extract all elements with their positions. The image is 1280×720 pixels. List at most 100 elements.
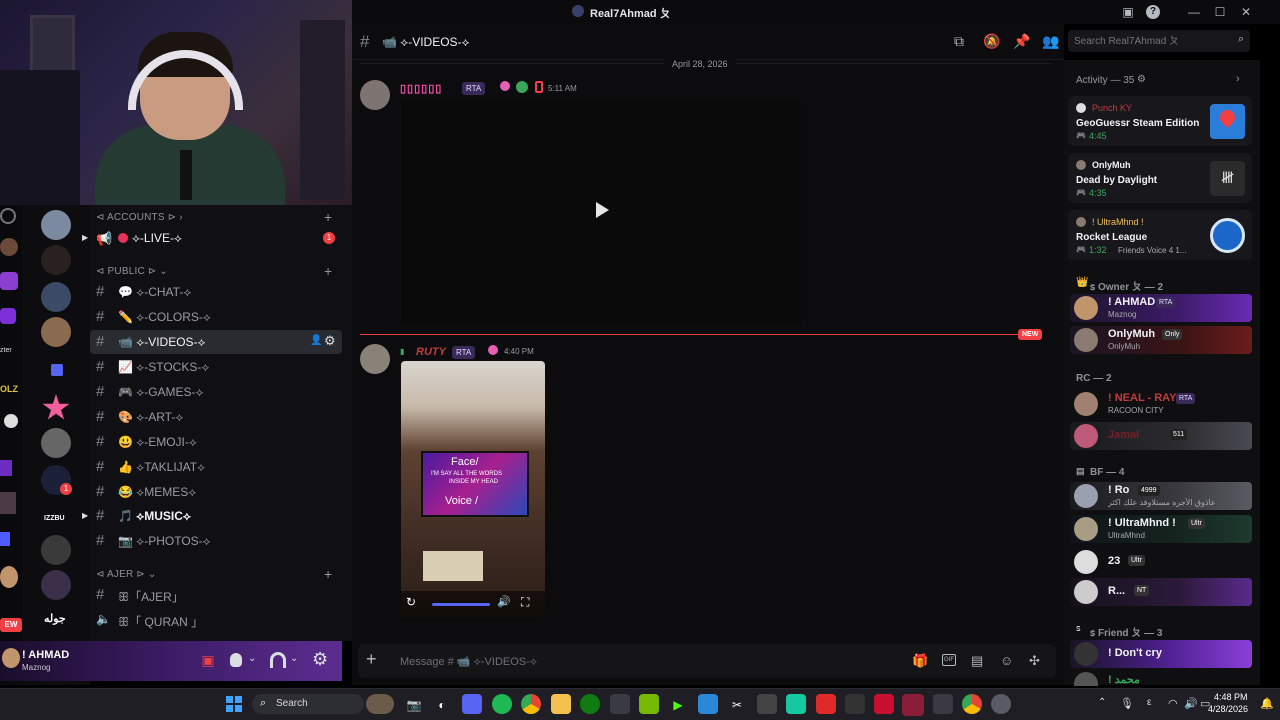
settings-icon[interactable] (991, 694, 1011, 714)
category-public[interactable]: ⊲ PUBLIC ⊳ ⌄ (96, 266, 168, 277)
play-icon[interactable] (596, 202, 609, 218)
microphone-icon[interactable]: 🎙 (1120, 697, 1134, 710)
member-row[interactable]: ! Don't cry (1070, 640, 1252, 668)
member-row[interactable]: 23 Ultr (1070, 548, 1252, 576)
add-channel-icon[interactable]: + (324, 209, 332, 225)
channel-art[interactable]: # 🎨 ⟡-ART-⟡ (90, 405, 342, 429)
channel-quran[interactable]: 🔈 ꕥ「 QURAN 」 (90, 608, 342, 632)
sticker-icon[interactable]: ▤ (971, 653, 983, 669)
server-icon[interactable] (41, 535, 71, 565)
fullscreen-icon[interactable]: ⛶ (521, 595, 529, 610)
member-row[interactable]: ! NEAL - RAY RTA RACOON CITY (1070, 390, 1252, 418)
strip-avatar[interactable] (0, 272, 18, 290)
kick-icon[interactable]: ▶ (668, 695, 688, 715)
app-icon[interactable] (902, 694, 924, 716)
app-icon[interactable] (757, 694, 777, 714)
channel-games[interactable]: # 🎮 ⟡-GAMES-⟡ (90, 380, 342, 404)
user-name[interactable]: ! AHMAD (22, 649, 69, 661)
channel-chat[interactable]: # 💬 ⟡-CHAT-⟡ (90, 280, 342, 304)
video-attachment[interactable]: Face/ I'M SAY ALL THE WORDS INSIDE MY HE… (401, 361, 545, 617)
app-icon[interactable] (786, 694, 806, 714)
threads-icon[interactable]: ⧉ (954, 33, 964, 50)
folder-icon[interactable] (51, 364, 63, 376)
channel-ajer[interactable]: # ꕥ「AJER」 (90, 583, 342, 607)
chrome-icon[interactable] (521, 694, 541, 714)
search-box[interactable]: ⌕ (1068, 30, 1250, 52)
author-name[interactable]: RUTY (416, 346, 446, 358)
message-input[interactable]: Message # 📹 ⟡-VIDEOS-⟡ (400, 655, 537, 669)
member-row[interactable]: ! Ro 4999 عاذوق الأجره مستلاوقد علك اكثر (1070, 482, 1252, 510)
app-icon[interactable] (845, 694, 865, 714)
widget-icon[interactable] (366, 694, 394, 714)
member-row[interactable]: ! AHMAD RTA Maznog (1070, 294, 1252, 322)
channel-taklijat[interactable]: # 👍 ⟡TAKLIJAT⟡ (90, 455, 342, 479)
store-icon[interactable] (610, 694, 630, 714)
channel-colors[interactable]: # ✏️ ⟡-COLORS-⟡ (90, 305, 342, 329)
camera-app-icon[interactable]: 📷 (404, 695, 424, 715)
clock-time[interactable]: 4:48 PM (1214, 692, 1248, 702)
language-indicator[interactable]: ε (1147, 697, 1151, 708)
members-icon[interactable]: 👥 (1042, 33, 1059, 50)
xbox-icon[interactable] (580, 694, 600, 714)
steam-icon[interactable]: ◐ (432, 695, 452, 715)
chevron-right-icon[interactable]: › (1236, 73, 1240, 85)
category-accounts[interactable]: ⊲ ACCOUNTS ⊳ › (96, 212, 183, 223)
invite-icon[interactable]: 👤 (310, 335, 322, 346)
notifications-icon[interactable]: 🔕 (983, 33, 1000, 50)
server-icon[interactable] (41, 245, 71, 275)
chevron-down-icon[interactable]: ⌄ (290, 653, 298, 664)
strip-avatar[interactable] (0, 460, 12, 476)
microphone-icon[interactable] (230, 653, 242, 667)
strip-avatar[interactable] (0, 566, 18, 588)
minimize-button[interactable]: — (1186, 4, 1202, 20)
avatar[interactable] (360, 344, 390, 374)
add-channel-icon[interactable]: + (324, 566, 332, 582)
inbox-icon[interactable]: ▣ (1120, 4, 1136, 20)
maximize-button[interactable]: ☐ (1212, 4, 1228, 20)
gif-icon[interactable]: GIF (942, 654, 956, 666)
clock-date[interactable]: 4/28/2026 (1208, 704, 1248, 714)
strip-icon[interactable] (4, 414, 18, 428)
channel-stocks[interactable]: # 📈 ⟡-STOCKS-⟡ (90, 355, 342, 379)
avatar[interactable] (2, 648, 20, 668)
replay-icon[interactable]: ↻ (406, 595, 416, 609)
chevron-up-icon[interactable]: ⌃ (1098, 697, 1106, 708)
member-row[interactable]: Jamal 511 (1070, 422, 1252, 450)
discord-icon[interactable] (462, 694, 482, 714)
pin-icon[interactable]: 📌 (1013, 33, 1030, 50)
notification-bell-icon[interactable]: 🔔 (1260, 697, 1274, 710)
chrome-icon[interactable] (962, 694, 982, 714)
channel-live[interactable]: ⟡-LIVE-⟡ (132, 231, 182, 246)
wifi-icon[interactable]: ◠ (1168, 697, 1178, 710)
search-input[interactable] (1074, 33, 1224, 49)
close-button[interactable]: ✕ (1238, 4, 1254, 20)
volume-icon[interactable]: 🔊 (1184, 697, 1198, 710)
app-icon[interactable] (874, 694, 894, 714)
strip-avatar[interactable] (0, 532, 10, 546)
gift-icon[interactable]: 🎁 (912, 653, 928, 669)
volume-icon[interactable]: 🔊 (497, 595, 511, 608)
gear-icon[interactable]: ⚙ (324, 333, 336, 349)
author-name[interactable]: ▯▯▯▯▯▯ (400, 82, 442, 95)
channel-photos[interactable]: # 📷 ⟡-PHOTOS-⟡ (90, 529, 342, 553)
add-channel-icon[interactable]: + (324, 263, 332, 279)
file-explorer-icon[interactable] (551, 694, 571, 714)
server-icon[interactable] (41, 570, 71, 600)
channel-videos[interactable]: # 📹 ⟡-VIDEOS-⟡ 👤 ⚙ (90, 330, 342, 354)
member-row[interactable]: OnlyMuh Only OnlyMuh (1070, 326, 1252, 354)
apps-icon[interactable]: ✣ (1029, 653, 1040, 669)
progress-bar[interactable] (432, 603, 490, 606)
strip-icon[interactable] (0, 208, 16, 224)
stream-off-icon[interactable]: ▣ (198, 652, 218, 668)
headphones-icon[interactable] (270, 652, 286, 668)
channel-emoji[interactable]: # 😃 ⟡-EMOJI-⟡ (90, 430, 342, 454)
channel-memes[interactable]: # 😂 ⟡MEMES⟡ (90, 480, 342, 504)
app-icon[interactable] (933, 694, 953, 714)
channel-music[interactable]: # 🎵 ⟡MUSIC⟡ (90, 504, 342, 528)
strip-avatar[interactable] (0, 492, 16, 514)
server-icon[interactable] (41, 282, 71, 312)
member-row[interactable]: ! محمد (1070, 670, 1252, 686)
server-icon[interactable] (41, 317, 71, 347)
capcut-icon[interactable]: ✂ (727, 695, 747, 715)
server-icon[interactable] (41, 210, 71, 240)
